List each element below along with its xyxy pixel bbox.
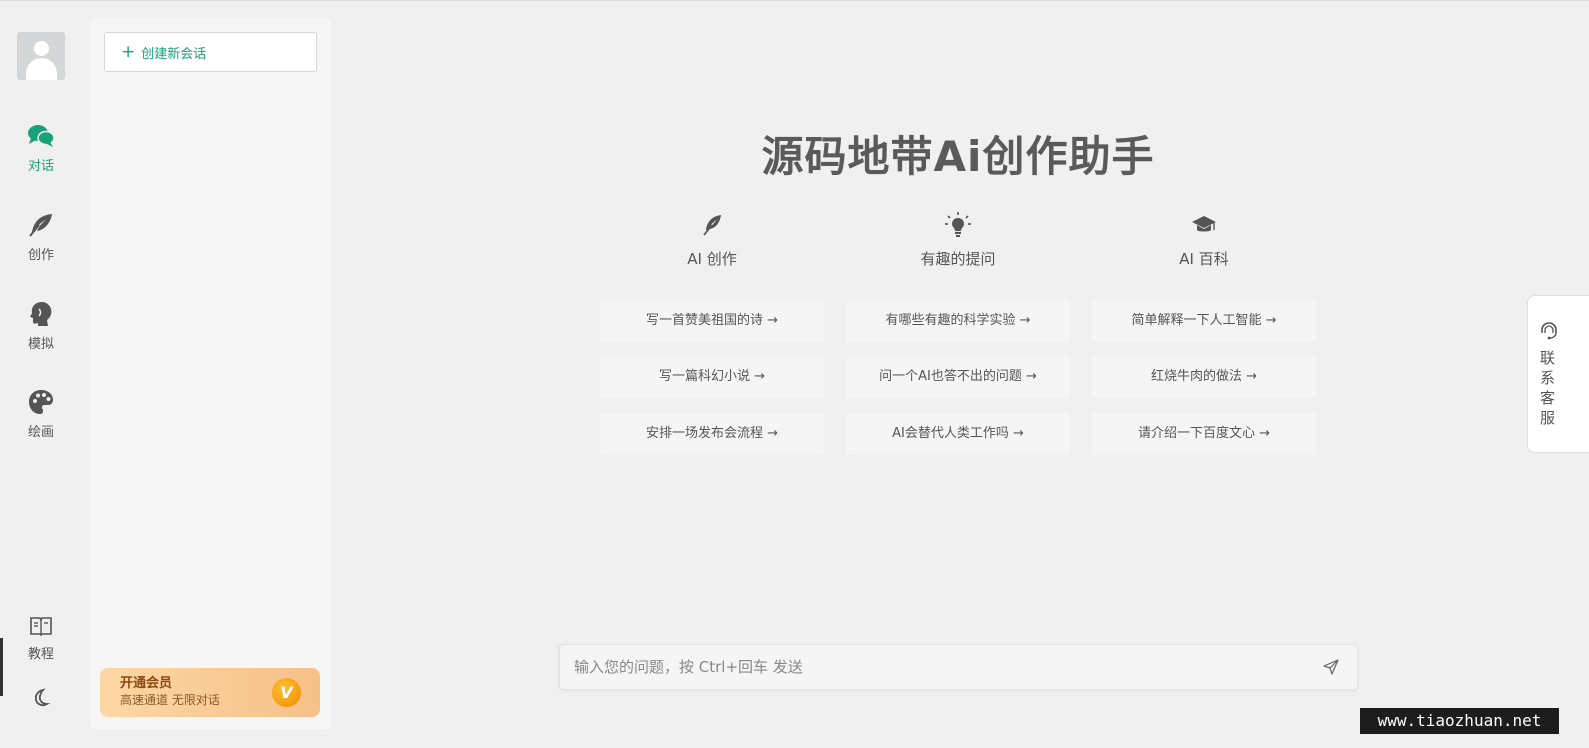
- book-icon: [30, 617, 52, 637]
- plus-icon: +: [121, 41, 136, 62]
- new-chat-label: 创建新会话: [141, 46, 207, 62]
- palette-icon: [29, 390, 53, 414]
- category-label: 有趣的提问: [920, 250, 996, 268]
- headset-icon: [1541, 322, 1557, 340]
- nav-label-chat: 对话: [27, 159, 54, 174]
- nav-label-simulate: 模拟: [27, 337, 54, 352]
- category-ai-create: AI 创作: [600, 212, 824, 269]
- suggestion-card[interactable]: 安排一场发布会流程 →: [600, 413, 824, 455]
- graduation-cap-icon: [1192, 216, 1216, 232]
- suggestion-card[interactable]: 红烧牛肉的做法 →: [1092, 356, 1316, 398]
- left-nav-rail: 对话 创作 模拟 绘画 教程: [0, 1, 82, 748]
- chat-input-box: [559, 644, 1358, 690]
- suggestion-card[interactable]: 写一首赞美祖国的诗 →: [600, 300, 824, 342]
- feather-icon: [29, 214, 52, 237]
- vip-banner[interactable]: 开通会员 高速通道 无限对话 V: [100, 668, 320, 717]
- category-label: AI 百科: [1179, 250, 1229, 268]
- page-title: 源码地带Ai创作助手: [761, 132, 1155, 181]
- lightbulb-icon: [945, 212, 971, 237]
- suggestion-card[interactable]: 问一个AI也答不出的问题 →: [846, 356, 1070, 398]
- suggestion-card[interactable]: 简单解释一下人工智能 →: [1092, 300, 1316, 342]
- category-label: AI 创作: [687, 250, 737, 268]
- suggestion-card[interactable]: AI会替代人类工作吗 →: [846, 413, 1070, 455]
- nav-item-simulate[interactable]: 模拟: [0, 301, 82, 352]
- chat-icon: [28, 125, 55, 147]
- nav-label-draw: 绘画: [27, 425, 54, 440]
- nav-label-tutorial: 教程: [27, 647, 54, 662]
- suggestion-card[interactable]: 请介绍一下百度文心 →: [1092, 413, 1316, 455]
- conversation-panel: + 创建新会话 开通会员 高速通道 无限对话 V: [90, 18, 331, 729]
- nav-item-tutorial[interactable]: 教程: [0, 615, 82, 662]
- send-icon[interactable]: [1323, 659, 1339, 675]
- nav-item-create[interactable]: 创作: [0, 212, 82, 263]
- nav-item-chat[interactable]: 对话: [0, 123, 82, 174]
- question-input[interactable]: [560, 645, 1310, 689]
- site-watermark: www.tiaozhuan.net: [1360, 708, 1559, 734]
- feather-icon: [703, 215, 721, 236]
- new-chat-button[interactable]: + 创建新会话: [104, 32, 317, 72]
- suggestion-card[interactable]: 写一篇科幻小说 →: [600, 356, 824, 398]
- contact-support-tab[interactable]: 联系客服: [1527, 295, 1589, 453]
- category-ai-encyclopedia: AI 百科: [1092, 212, 1316, 269]
- rail-edge-marker: [0, 638, 3, 696]
- nav-label-create: 创作: [27, 248, 54, 263]
- moon-icon: [34, 688, 51, 707]
- head-profile-icon: [30, 302, 52, 326]
- category-fun-questions: 有趣的提问: [846, 212, 1070, 269]
- vip-badge-icon: V: [272, 678, 301, 707]
- theme-toggle[interactable]: [0, 688, 82, 708]
- contact-label: 联系客服: [1540, 349, 1556, 427]
- nav-item-draw[interactable]: 绘画: [0, 389, 82, 440]
- suggestion-card[interactable]: 有哪些有趣的科学实验 →: [846, 300, 1070, 342]
- avatar[interactable]: [17, 32, 65, 80]
